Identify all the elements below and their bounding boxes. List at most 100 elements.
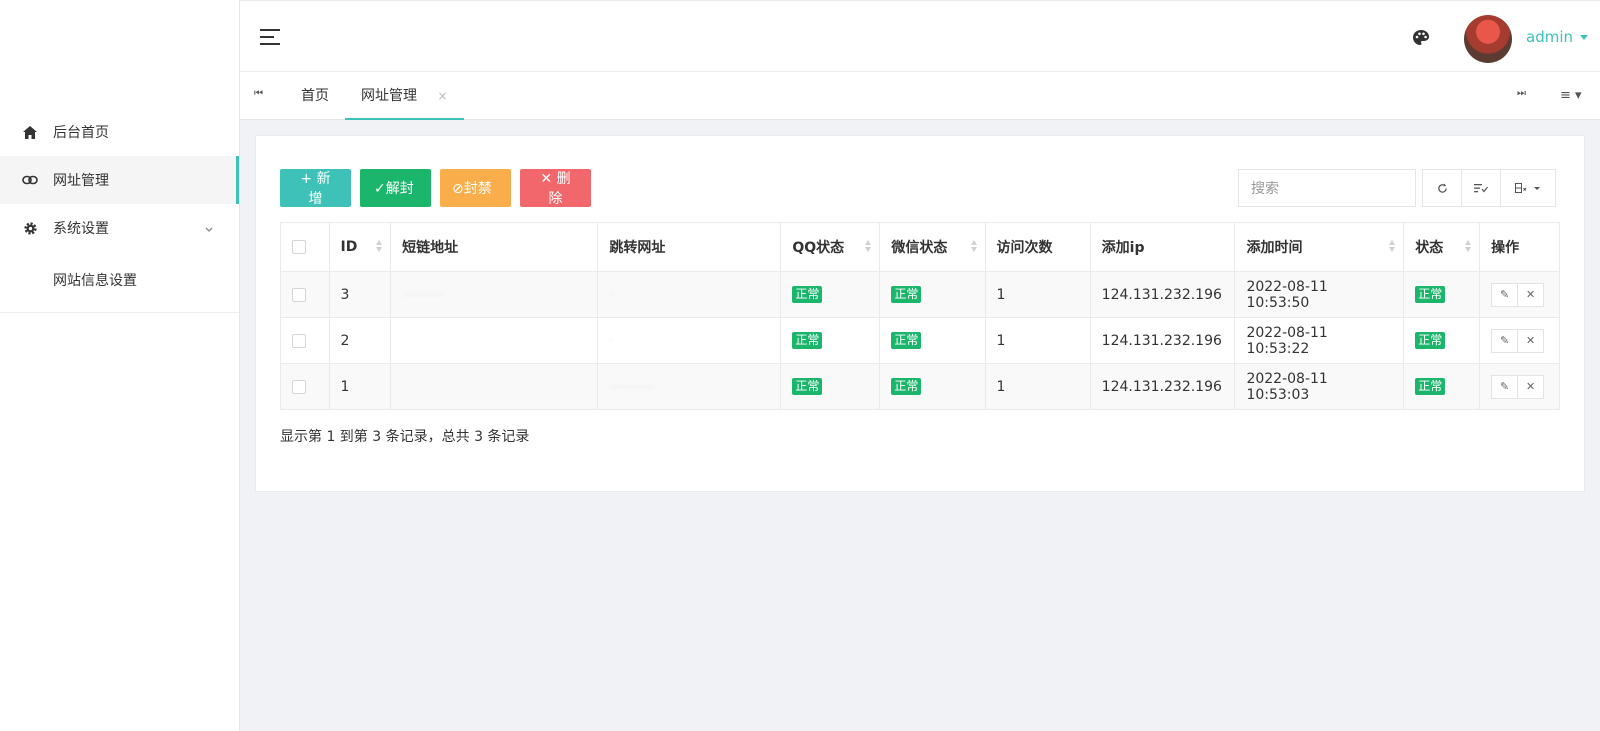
short-url-cell: [390, 363, 599, 410]
status-badge: 正常: [792, 286, 823, 303]
edit-icon[interactable]: ✎: [1491, 328, 1519, 353]
row-checkbox[interactable]: [292, 333, 306, 348]
target-url-cell: ············: [597, 363, 782, 410]
row-select-cell: [280, 363, 330, 410]
time-cell: 2022-08-11 10:53:03: [1234, 363, 1405, 410]
select-all-checkbox[interactable]: [292, 240, 306, 254]
column-header[interactable]: 状态: [1403, 222, 1481, 272]
visits-cell: 1: [984, 363, 1091, 410]
column-header: 操作: [1479, 222, 1560, 272]
gear-icon: [22, 220, 38, 236]
scroll-left-icon[interactable]: ⏮: [254, 88, 263, 99]
column-header[interactable]: 添加时间: [1234, 222, 1405, 272]
sidebar-item-url-management[interactable]: 网址管理: [0, 156, 239, 204]
logo-area: [0, 0, 239, 108]
pagination-summary: 显示第 1 到第 3 条记录，总共 3 条记录: [280, 429, 530, 445]
edit-icon[interactable]: ✎: [1491, 282, 1519, 307]
sort-icon: [1465, 240, 1472, 252]
palette-icon[interactable]: [1412, 29, 1430, 47]
table-tools: [1422, 169, 1556, 207]
unban-button[interactable]: ✓解封: [360, 169, 431, 207]
tab-url-management[interactable]: 网址管理 ×: [345, 72, 464, 120]
actions-cell: ✎ ✕: [1479, 271, 1560, 318]
search-input[interactable]: 搜索: [1238, 169, 1416, 207]
columns-icon[interactable]: [1500, 169, 1556, 207]
sidebar-item-label: 系统设置: [53, 221, 109, 237]
chevron-down-icon: [205, 221, 213, 237]
id-cell: 2: [328, 317, 392, 364]
sort-icon: [865, 240, 872, 252]
link-icon: [22, 172, 38, 188]
status-badge: 正常: [891, 286, 922, 303]
target-url-cell: ·: [597, 317, 782, 364]
tab-options-menu-icon[interactable]: ≡ ▾: [1560, 88, 1582, 103]
qq-status-cell: 正常: [780, 363, 881, 410]
row-select-cell: [280, 271, 330, 318]
column-header[interactable]: ID: [328, 222, 392, 272]
edit-icon[interactable]: ✎: [1491, 374, 1519, 399]
content-card: + 新增 ✓解封 ⊘封禁 ✕ 删除 搜索 ID 短链地址 跳转网址 QQ状态 微…: [255, 135, 1585, 492]
sort-icon: [970, 240, 977, 252]
submenu-item-site-info[interactable]: 网站信息设置: [0, 252, 239, 308]
delete-button[interactable]: ✕ 删除: [520, 169, 591, 207]
wechat-status-cell: 正常: [879, 317, 986, 364]
delete-icon[interactable]: ✕: [1517, 374, 1545, 399]
time-cell: 2022-08-11 10:53:22: [1234, 317, 1405, 364]
status-cell: 正常: [1403, 363, 1481, 410]
submenu-item-label: 网站信息设置: [53, 273, 137, 289]
column-header[interactable]: 微信状态: [879, 222, 986, 272]
select-all-header: [280, 222, 330, 272]
toolbar: + 新增 ✓解封 ⊘封禁 ✕ 删除: [280, 169, 591, 207]
refresh-icon[interactable]: [1422, 169, 1462, 207]
status-cell: 正常: [1403, 271, 1481, 318]
row-select-cell: [280, 317, 330, 364]
close-icon[interactable]: ×: [437, 89, 447, 103]
actions-cell: ✎ ✕: [1479, 317, 1560, 364]
tab-label: 网址管理: [361, 88, 417, 104]
column-header: 短链地址: [390, 222, 599, 272]
user-name[interactable]: admin: [1526, 28, 1573, 46]
ip-cell: 124.131.232.196: [1089, 271, 1236, 318]
sidebar-item-system-settings[interactable]: 系统设置: [0, 204, 239, 252]
toggle-view-icon[interactable]: [1461, 169, 1501, 207]
avatar[interactable]: [1464, 15, 1512, 63]
status-badge: 正常: [1415, 286, 1446, 303]
qq-status-cell: 正常: [780, 271, 881, 318]
sidebar: 后台首页 网址管理 系统设置 网站信息设置: [0, 0, 240, 731]
menu-toggle-icon[interactable]: [260, 29, 280, 45]
row-checkbox[interactable]: [292, 379, 306, 394]
scroll-right-icon[interactable]: ⏭: [1517, 88, 1526, 99]
table-row: 2 · 正常 正常 1 124.131.232.196 2022-08-11 1…: [280, 317, 1560, 364]
visits-cell: 1: [984, 317, 1091, 364]
ban-button[interactable]: ⊘封禁: [440, 169, 511, 207]
caret-down-icon[interactable]: [1580, 35, 1588, 40]
status-badge: 正常: [891, 332, 922, 349]
tab-home[interactable]: 首页: [301, 72, 329, 120]
ip-cell: 124.131.232.196: [1089, 317, 1236, 364]
sidebar-item-label: 网址管理: [53, 173, 109, 189]
time-cell: 2022-08-11 10:53:50: [1234, 271, 1405, 318]
table-row: 1 ············ 正常 正常 1 124.131.232.196 2…: [280, 363, 1560, 410]
id-cell: 3: [328, 271, 392, 318]
delete-icon[interactable]: ✕: [1517, 328, 1545, 353]
row-checkbox[interactable]: [292, 287, 306, 302]
column-header[interactable]: QQ状态: [780, 222, 881, 272]
status-badge: 正常: [792, 332, 823, 349]
sidebar-divider: [0, 312, 239, 313]
column-header: 添加ip: [1089, 222, 1236, 272]
sidebar-item-label: 后台首页: [53, 125, 109, 141]
add-button[interactable]: + 新增: [280, 169, 351, 207]
ip-cell: 124.131.232.196: [1089, 363, 1236, 410]
sidebar-item-dashboard[interactable]: 后台首页: [0, 108, 239, 156]
table-header-row: ID 短链地址 跳转网址 QQ状态 微信状态 访问次数 添加ip 添加时间 状态…: [280, 222, 1560, 272]
sidebar-menu: 后台首页 网址管理 系统设置 网站信息设置: [0, 108, 239, 308]
delete-icon[interactable]: ✕: [1517, 282, 1545, 307]
short-url-cell: [390, 317, 599, 364]
actions-cell: ✎ ✕: [1479, 363, 1560, 410]
target-url-cell: ·: [597, 271, 782, 318]
wechat-status-cell: 正常: [879, 271, 986, 318]
wechat-status-cell: 正常: [879, 363, 986, 410]
column-header: 访问次数: [984, 222, 1091, 272]
table-row: 3 ··········· · 正常 正常 1 124.131.232.196 …: [280, 271, 1560, 318]
sort-icon: [1389, 240, 1396, 252]
